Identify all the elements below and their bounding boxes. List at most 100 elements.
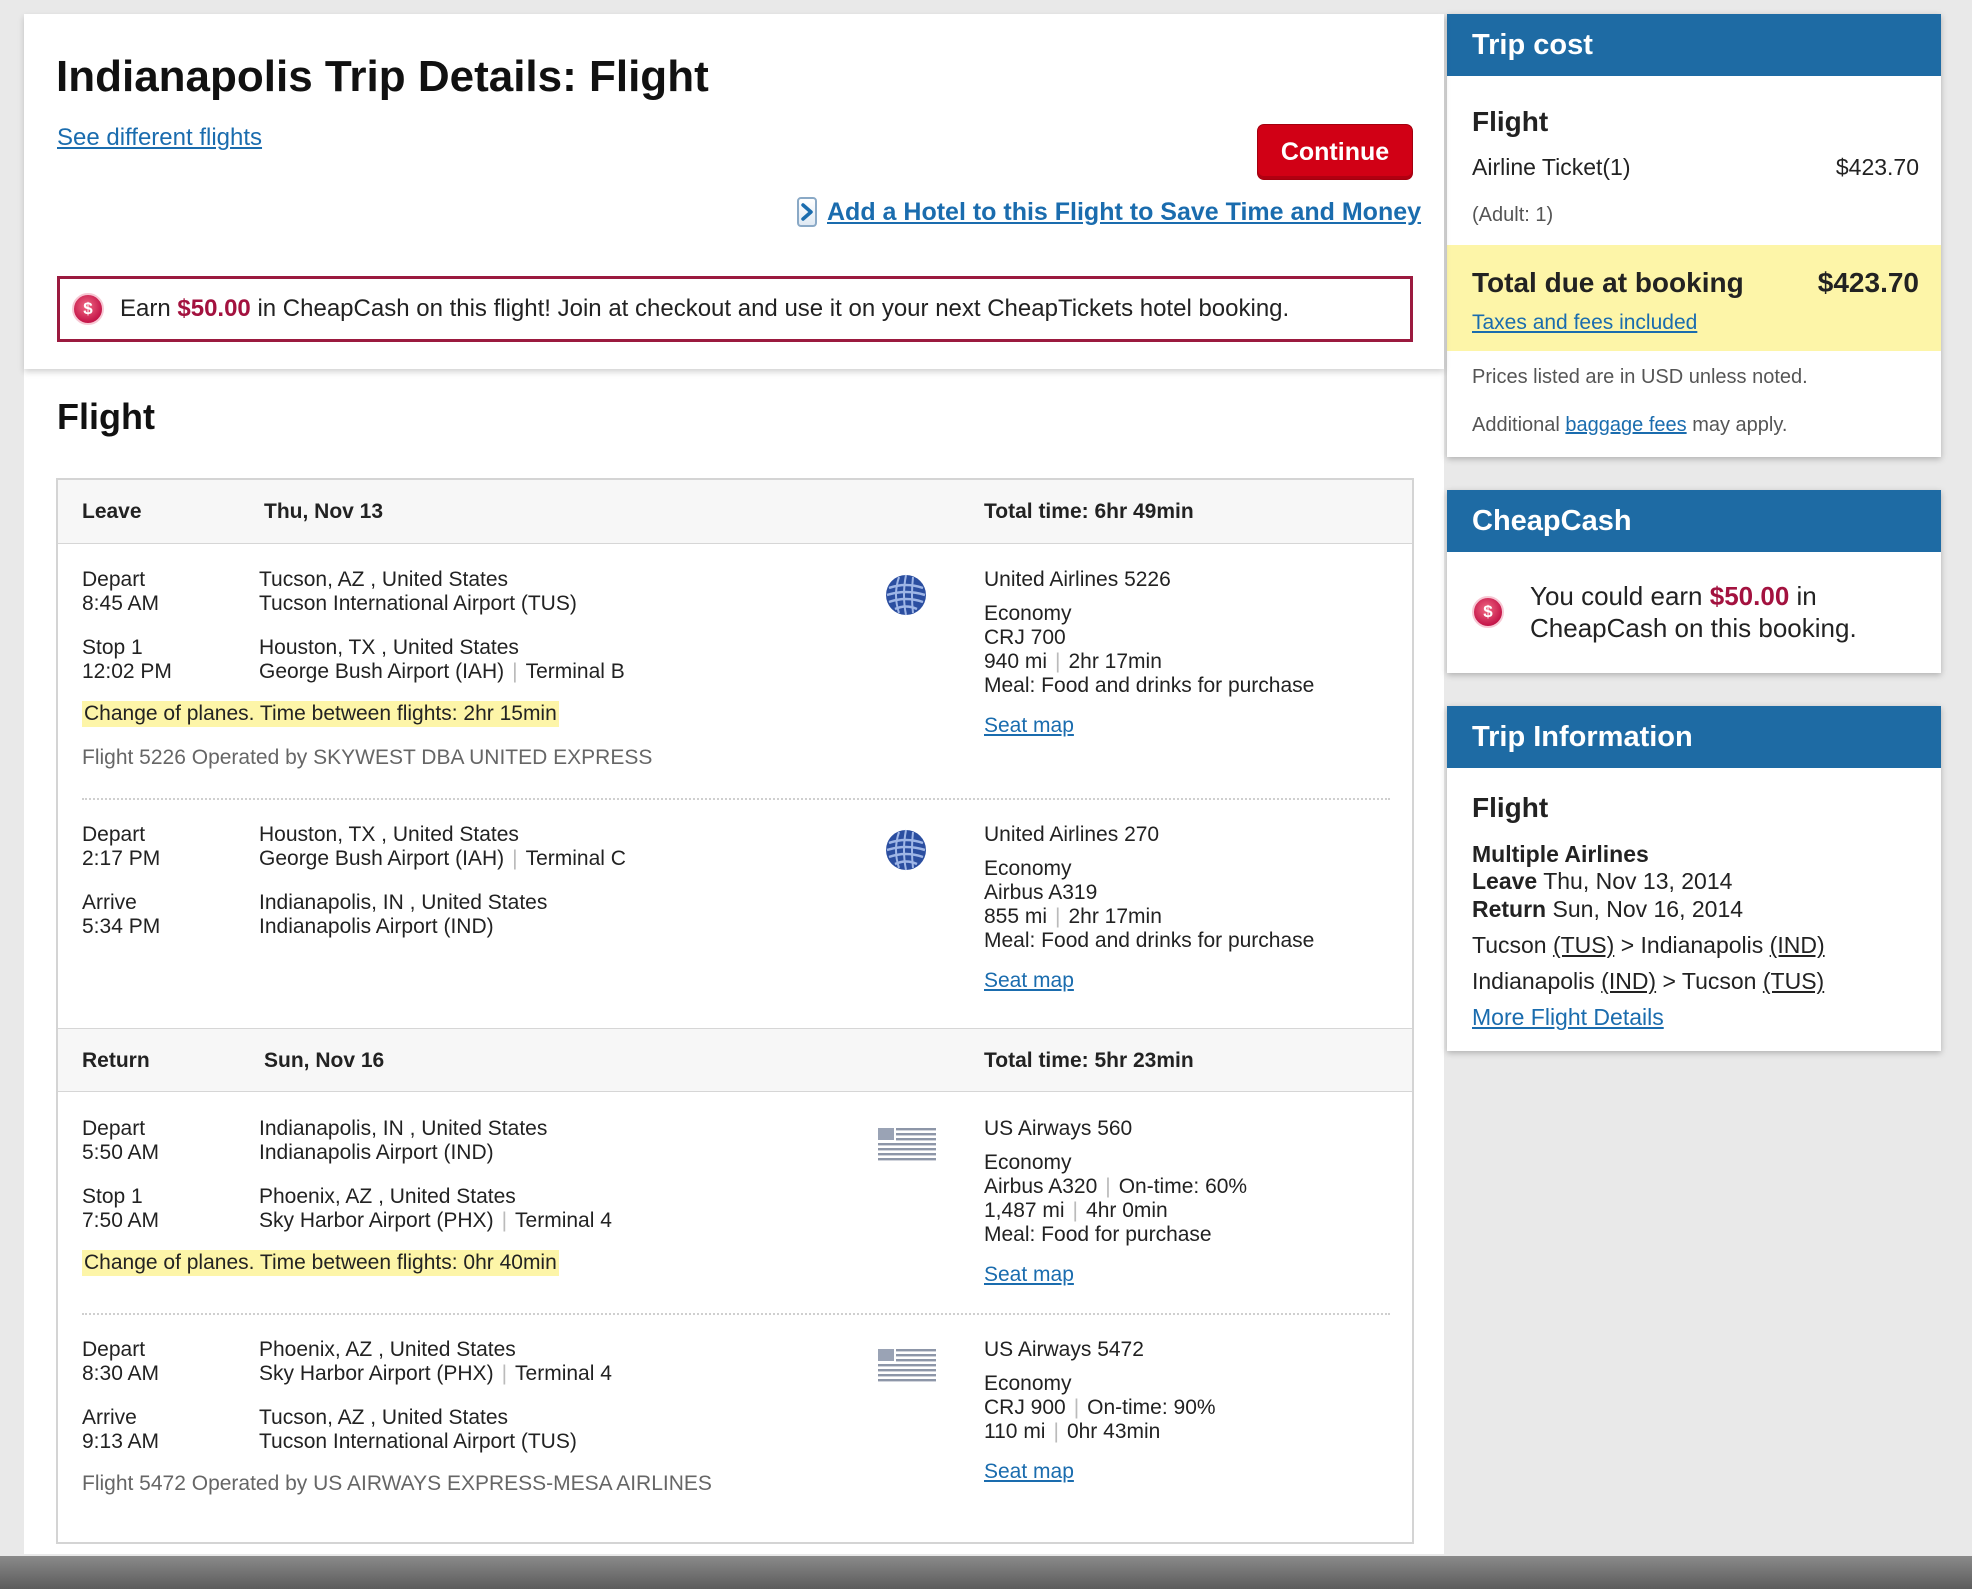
distance: 855 mi — [984, 905, 1048, 928]
flight-segment: Depart 8:30 AM Phoenix, AZ , United Stat… — [58, 1338, 1412, 1518]
depart-airport-line: Sky Harbor Airport (PHX) | Terminal 4 — [259, 1362, 612, 1386]
cheapcash-text: You could earn $50.00 in CheapCash on th… — [1530, 580, 1932, 644]
outbound-route: Tucson (TUS) > Indianapolis (IND) — [1472, 932, 1825, 959]
depart-label: Depart — [82, 568, 146, 591]
change-of-planes-note: Change of planes. Time between flights: … — [82, 1250, 559, 1276]
passenger-count: (Adult: 1) — [1472, 204, 1554, 226]
arrive-time: 9:13 AM — [82, 1430, 160, 1453]
depart-city: Houston, TX , United States — [259, 823, 519, 846]
duration: 0hr 43min — [1066, 1420, 1161, 1443]
cheapcash-coin-icon: $ — [72, 293, 104, 325]
baggage-note-pre: Additional — [1472, 414, 1566, 436]
seat-map-link[interactable]: Seat map — [984, 1263, 1074, 1287]
ontime-rate: On-time: 90% — [1087, 1396, 1216, 1419]
trip-cost-card: Trip cost Flight Airline Ticket(1) $423.… — [1447, 14, 1941, 457]
airline-ticket-label: Airline Ticket(1) — [1472, 154, 1631, 180]
separator: | — [1055, 650, 1061, 673]
leave-date-row: Leave Thu, Nov 13, 2014 — [1472, 868, 1732, 895]
total-due-box: Total due at booking $423.70 Taxes and f… — [1447, 245, 1941, 351]
meal-info: Meal: Food and drinks for purchase — [984, 674, 1315, 697]
united-airlines-globe-icon — [883, 827, 929, 873]
segment-divider — [82, 798, 1390, 800]
operated-by-note: Flight 5472 Operated by US AIRWAYS EXPRE… — [82, 1472, 712, 1495]
taxes-fees-link[interactable]: Taxes and fees included — [1472, 311, 1697, 335]
route-arrow: > — [1620, 932, 1635, 958]
arrive-label: Arrive — [82, 891, 137, 914]
arrive-city: Indianapolis, IN , United States — [259, 891, 548, 914]
separator: | — [1072, 1199, 1079, 1222]
united-airlines-globe-icon — [883, 572, 929, 618]
ontime-rate: On-time: 60% — [1118, 1175, 1248, 1198]
currency-note: Prices listed are in USD unless noted. — [1472, 366, 1808, 388]
flight-number: United Airlines 270 — [984, 823, 1160, 846]
see-different-flights-link[interactable]: See different flights — [57, 124, 262, 152]
cabin-class: Economy — [984, 602, 1072, 625]
route-to-code: (IND) — [1769, 932, 1825, 958]
depart-airport: Indianapolis Airport (IND) — [259, 1141, 494, 1164]
duration: 2hr 17min — [1068, 650, 1162, 673]
baggage-fees-link[interactable]: baggage fees — [1565, 414, 1686, 436]
distance: 1,487 mi — [984, 1199, 1065, 1222]
stop-time: 12:02 PM — [82, 660, 172, 683]
depart-city: Phoenix, AZ , United States — [259, 1338, 516, 1361]
depart-label: Depart — [82, 823, 146, 846]
flight-segment: Depart 2:17 PM Houston, TX , United Stat… — [58, 823, 1412, 993]
aircraft: CRJ 700 — [984, 626, 1066, 649]
seat-map-link[interactable]: Seat map — [984, 714, 1074, 738]
trip-header-card: Indianapolis Trip Details: Flight See di… — [24, 14, 1444, 369]
meal-info: Meal: Food for purchase — [984, 1223, 1212, 1246]
depart-terminal: Terminal C — [525, 847, 626, 870]
trip-cost-flight-label: Flight — [1472, 106, 1549, 137]
aircraft: Airbus A320 — [984, 1175, 1098, 1198]
cheapcash-amount: $50.00 — [1709, 581, 1790, 611]
seat-map-link[interactable]: Seat map — [984, 969, 1074, 993]
leg-date: Sun, Nov 16 — [264, 1049, 385, 1072]
route-from: Indianapolis — [1472, 968, 1595, 994]
leave-date: Thu, Nov 13, 2014 — [1543, 868, 1733, 894]
return-label: Return — [1472, 896, 1547, 922]
distance-duration: 940 mi | 2hr 17min — [984, 650, 1162, 674]
arrive-airport: Tucson International Airport (TUS) — [259, 1430, 577, 1453]
stop-airport: George Bush Airport (IAH) — [259, 660, 505, 683]
arrive-city: Tucson, AZ , United States — [259, 1406, 509, 1429]
stop-city: Phoenix, AZ , United States — [259, 1185, 516, 1208]
banner-cash-amount: $50.00 — [177, 295, 251, 322]
page-title: Indianapolis Trip Details: Flight — [56, 52, 709, 101]
stop-terminal: Terminal B — [525, 660, 625, 683]
aircraft: Airbus A319 — [984, 881, 1098, 904]
distance: 940 mi — [984, 650, 1048, 673]
add-hotel-link-group[interactable]: Add a Hotel to this Flight to Save Time … — [797, 192, 1421, 232]
trip-information-card: Trip Information Flight Multiple Airline… — [1447, 706, 1941, 1051]
leg-type-label: Return — [82, 1049, 150, 1072]
banner-text: Earn $50.00 in CheapCash on this flight!… — [120, 295, 1289, 323]
cheapcash-heading: CheapCash — [1447, 490, 1941, 552]
return-date: Sun, Nov 16, 2014 — [1552, 896, 1744, 922]
duration: 4hr 0min — [1086, 1199, 1168, 1222]
total-due-label: Total due at booking — [1472, 267, 1744, 298]
route-to: Indianapolis — [1640, 932, 1764, 958]
depart-airport-line: George Bush Airport (IAH) | Terminal C — [259, 847, 626, 871]
distance-duration: 110 mi | 0hr 43min — [984, 1420, 1160, 1444]
continue-button[interactable]: Continue — [1257, 124, 1413, 180]
depart-label: Depart — [82, 1117, 146, 1140]
stop-airport-line: George Bush Airport (IAH) | Terminal B — [259, 660, 625, 684]
separator: | — [501, 1209, 508, 1232]
depart-terminal: Terminal 4 — [515, 1362, 612, 1385]
route-from: Tucson — [1472, 932, 1547, 958]
flight-number: US Airways 5472 — [984, 1338, 1144, 1361]
add-hotel-link[interactable]: Add a Hotel to this Flight to Save Time … — [827, 198, 1421, 227]
return-leg-header: Return Sun, Nov 16 Total time: 5hr 23min — [58, 1028, 1412, 1092]
seat-map-link[interactable]: Seat map — [984, 1460, 1074, 1484]
main-content: Indianapolis Trip Details: Flight See di… — [24, 14, 1444, 1554]
chevron-right-icon[interactable] — [797, 197, 817, 227]
operated-by-note: Flight 5226 Operated by SKYWEST DBA UNIT… — [82, 746, 653, 769]
flight-section-heading: Flight — [57, 396, 155, 437]
airlines-summary: Multiple Airlines — [1472, 841, 1649, 867]
depart-time: 8:30 AM — [82, 1362, 160, 1385]
us-airways-flag-icon — [876, 1345, 938, 1385]
airline-ticket-price: $423.70 — [1835, 154, 1919, 180]
separator: | — [501, 1362, 508, 1385]
flight-segment: Depart 5:50 AM Indianapolis, IN , United… — [58, 1117, 1412, 1307]
more-flight-details-link[interactable]: More Flight Details — [1472, 1004, 1664, 1031]
cheapcash-banner: $ Earn $50.00 in CheapCash on this fligh… — [57, 276, 1413, 342]
